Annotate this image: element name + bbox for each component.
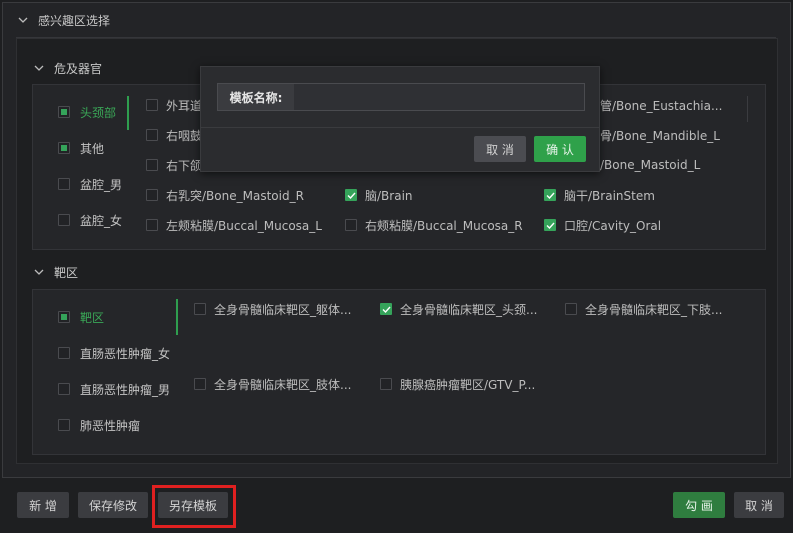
option-label: 右乳突/Bone_Mastoid_R (166, 188, 304, 203)
draw-button[interactable]: 勾 画 (673, 492, 725, 518)
option-label: 脑干/BrainStem (564, 188, 655, 203)
organ-option[interactable]: 外耳道 (146, 95, 202, 115)
option-label: 管/Bone_Eustachia... (600, 98, 723, 113)
option-label: 脑/Brain (365, 188, 413, 203)
checkbox[interactable] (146, 189, 158, 201)
template-name-field: 模板名称: (217, 83, 585, 111)
checkbox[interactable] (565, 303, 577, 315)
option-label: 右咽鼓 (166, 128, 203, 143)
option-label: 外耳道 (166, 98, 203, 113)
option-label: 全身骨髓临床靶区_肢体... (214, 377, 352, 392)
modal-cancel-button[interactable]: 取 消 (474, 136, 526, 162)
save-template-modal: 模板名称: 取 消 确 认 (200, 66, 600, 172)
organs-section-title: 危及器官 (54, 61, 103, 76)
checkbox[interactable] (345, 219, 357, 231)
roi-section-header[interactable]: 感兴趣区选择 (16, 4, 776, 38)
target-category-lung[interactable]: 肺恶性肿瘤 (58, 413, 140, 437)
checkbox-checked[interactable] (345, 189, 357, 201)
option-label: 口腔/Cavity_Oral (564, 218, 662, 233)
option-label: 右颊粘膜/Buccal_Mucosa_R (365, 218, 523, 233)
organs-category-other[interactable]: 其他 (58, 136, 104, 160)
category-label: 头颈部 (80, 105, 117, 120)
organs-category-pelvis-male[interactable]: 盆腔_男 (58, 172, 122, 196)
target-category-rectal-male[interactable]: 直肠恶性肿瘤_男 (58, 377, 170, 401)
checkbox[interactable] (146, 99, 158, 111)
category-label: 靶区 (80, 310, 105, 325)
target-option[interactable]: 全身骨髓临床靶区_下肢... (565, 299, 722, 319)
checkbox-checked[interactable] (544, 219, 556, 231)
organ-option[interactable]: 右下颌 (146, 155, 202, 175)
organ-option[interactable]: 脑/Brain (345, 185, 413, 205)
target-option[interactable]: 全身骨髓临床靶区_头颈... (380, 299, 537, 319)
template-name-label: 模板名称: (218, 84, 294, 110)
active-category-indicator (127, 96, 129, 130)
organ-option[interactable]: /Bone_Mastoid_L (600, 155, 700, 175)
option-label: 右下颌 (166, 158, 203, 173)
organ-option[interactable]: 脑干/BrainStem (544, 185, 655, 205)
category-label: 其他 (80, 141, 105, 156)
modal-confirm-button[interactable]: 确 认 (534, 136, 586, 162)
checkbox[interactable] (58, 419, 70, 431)
target-option[interactable]: 胰腺癌肿瘤靶区/GTV_P... (380, 374, 535, 394)
option-label: /Bone_Mastoid_L (600, 158, 701, 172)
checkbox[interactable] (58, 383, 70, 395)
category-label: 盆腔_女 (80, 213, 123, 228)
checkbox[interactable] (146, 129, 158, 141)
save-changes-button[interactable]: 保存修改 (78, 492, 148, 518)
checkbox[interactable] (146, 219, 158, 231)
checkbox[interactable] (194, 303, 206, 315)
organ-option[interactable]: 左颊粘膜/Buccal_Mucosa_L (146, 215, 322, 235)
checkbox[interactable] (58, 347, 70, 359)
checkbox[interactable] (146, 159, 158, 171)
option-label: 全身骨髓临床靶区_躯体... (214, 302, 352, 317)
chevron-down-icon[interactable] (16, 14, 30, 28)
option-label: 骨/Bone_Mandible_L (600, 128, 720, 143)
template-name-input[interactable] (294, 84, 584, 110)
checkbox[interactable] (380, 378, 392, 390)
modal-divider (201, 127, 599, 128)
option-label: 胰腺癌肿瘤靶区/GTV_P... (400, 377, 536, 392)
scroll-divider (747, 96, 748, 122)
category-label: 盆腔_男 (80, 177, 123, 192)
target-section-title: 靶区 (54, 265, 79, 280)
checkbox-checked[interactable] (544, 189, 556, 201)
chevron-down-icon[interactable] (32, 61, 46, 75)
option-label: 全身骨髓临床靶区_头颈... (400, 302, 538, 317)
checkbox[interactable] (58, 142, 70, 154)
organs-category-head-neck[interactable]: 头颈部 (58, 100, 116, 124)
add-button[interactable]: 新 增 (17, 492, 69, 518)
option-label: 全身骨髓临床靶区_下肢... (585, 302, 723, 317)
organs-section-header[interactable]: 危及器官 (32, 52, 102, 84)
target-category-rectal-female[interactable]: 直肠恶性肿瘤_女 (58, 341, 170, 365)
roi-section-title: 感兴趣区选择 (38, 14, 111, 28)
organ-option[interactable]: 口腔/Cavity_Oral (544, 215, 661, 235)
checkbox[interactable] (194, 378, 206, 390)
organ-option[interactable]: 管/Bone_Eustachia... (600, 95, 722, 115)
organ-option[interactable]: 右颊粘膜/Buccal_Mucosa_R (345, 215, 523, 235)
checkbox-checked[interactable] (380, 303, 392, 315)
category-label: 直肠恶性肿瘤_男 (80, 382, 171, 397)
highlight-annotation (152, 485, 236, 528)
cancel-button[interactable]: 取 消 (734, 492, 784, 518)
checkbox[interactable] (58, 106, 70, 118)
target-category-target[interactable]: 靶区 (58, 305, 104, 329)
organs-category-pelvis-female[interactable]: 盆腔_女 (58, 208, 122, 232)
organ-option[interactable]: 骨/Bone_Mandible_L (600, 125, 720, 145)
target-option[interactable]: 全身骨髓临床靶区_躯体... (194, 299, 351, 319)
organ-option[interactable]: 右咽鼓 (146, 125, 202, 145)
category-label: 直肠恶性肿瘤_女 (80, 346, 171, 361)
checkbox[interactable] (58, 178, 70, 190)
chevron-down-icon[interactable] (32, 265, 46, 279)
organ-option[interactable]: 右乳突/Bone_Mastoid_R (146, 185, 304, 205)
active-category-indicator (176, 299, 178, 335)
checkbox[interactable] (58, 214, 70, 226)
checkbox[interactable] (58, 311, 70, 323)
option-label: 左颊粘膜/Buccal_Mucosa_L (166, 218, 322, 233)
category-label: 肺恶性肿瘤 (80, 418, 141, 433)
target-option[interactable]: 全身骨髓临床靶区_肢体... (194, 374, 351, 394)
target-section-header[interactable]: 靶区 (32, 256, 78, 288)
